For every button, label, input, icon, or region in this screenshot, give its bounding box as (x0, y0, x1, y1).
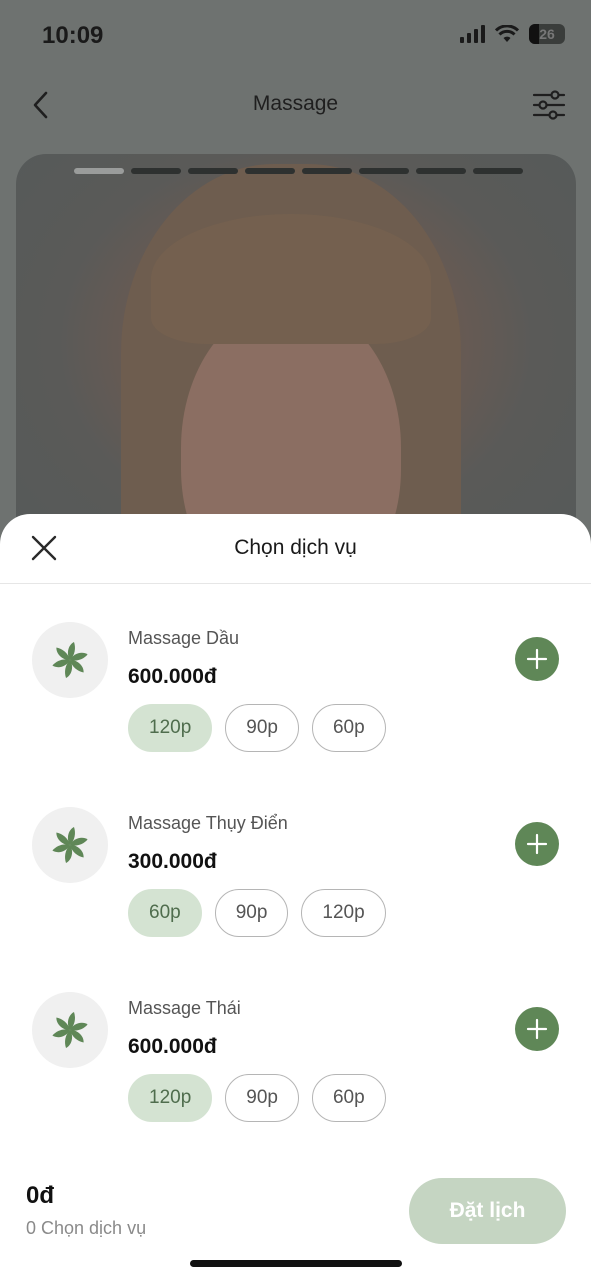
service-price: 600.000đ (128, 1035, 217, 1058)
sheet-header: Chọn dịch vụ (0, 514, 591, 584)
lotus-icon (32, 622, 108, 698)
lotus-icon (32, 992, 108, 1068)
status-icons: 26 (460, 24, 565, 44)
total-price: 0đ (26, 1182, 55, 1209)
selected-count: 0 Chọn dịch vụ (26, 1218, 147, 1238)
service-name: Massage Thái (128, 998, 241, 1018)
duration-chip[interactable]: 90p (214, 889, 289, 937)
top-navigation: Massage (0, 80, 591, 130)
plus-icon (526, 1018, 548, 1040)
plus-icon (526, 833, 548, 855)
therapist-photo[interactable] (16, 154, 576, 574)
add-service-button[interactable] (515, 822, 559, 866)
wifi-icon (495, 25, 519, 42)
duration-chip[interactable]: 120p (128, 704, 213, 752)
duration-chip[interactable]: 120p (128, 1074, 213, 1122)
service-item: Massage Dầu 600.000đ 120p 90p 60p (0, 600, 591, 752)
gallery-progress-segment (302, 168, 352, 174)
add-service-button[interactable] (515, 1007, 559, 1051)
duration-chip[interactable]: 90p (225, 1074, 299, 1122)
plus-icon (526, 648, 548, 670)
service-name: Massage Dầu (128, 628, 240, 648)
duration-chip[interactable]: 120p (301, 889, 386, 937)
service-name: Massage Thụy Điển (128, 813, 288, 833)
duration-chip[interactable]: 60p (311, 704, 386, 752)
gallery-progress (74, 168, 523, 174)
service-item: Massage Thái 600.000đ 120p 90p 60p (0, 970, 591, 1122)
duration-options: 120p 90p 60p (128, 704, 386, 752)
gallery-progress-segment (188, 168, 238, 174)
service-sheet: Chọn dịch vụ Massage Dầu 600.000đ 120p 9… (0, 514, 591, 1280)
sheet-title: Chọn dịch vụ (234, 536, 357, 559)
gallery-progress-segment (74, 168, 124, 174)
photo-bangs (151, 214, 431, 344)
duration-chip[interactable]: 60p (128, 889, 202, 937)
battery-level: 26 (539, 26, 555, 42)
status-time: 10:09 (42, 22, 104, 49)
status-bar: 10:09 26 (0, 0, 591, 70)
service-item: Massage Thụy Điển 300.000đ 60p 90p 120p (0, 785, 591, 937)
book-button[interactable]: Đặt lịch (409, 1178, 566, 1244)
duration-options: 60p 90p 120p (128, 889, 386, 937)
service-price: 300.000đ (128, 850, 217, 873)
lotus-icon (32, 807, 108, 883)
add-service-button[interactable] (515, 637, 559, 681)
duration-options: 120p 90p 60p (128, 1074, 386, 1122)
battery-icon: 26 (529, 24, 565, 44)
gallery-progress-segment (416, 168, 466, 174)
gallery-progress-segment (359, 168, 409, 174)
gallery-progress-segment (473, 168, 523, 174)
signal-icon (460, 25, 485, 43)
gallery-progress-segment (245, 168, 295, 174)
service-price: 600.000đ (128, 665, 217, 688)
home-indicator (190, 1260, 402, 1267)
duration-chip[interactable]: 60p (311, 1074, 386, 1122)
page-title: Massage (252, 92, 339, 115)
gallery-progress-segment (131, 168, 181, 174)
duration-chip[interactable]: 90p (225, 704, 299, 752)
filter-icon[interactable] (531, 88, 567, 122)
